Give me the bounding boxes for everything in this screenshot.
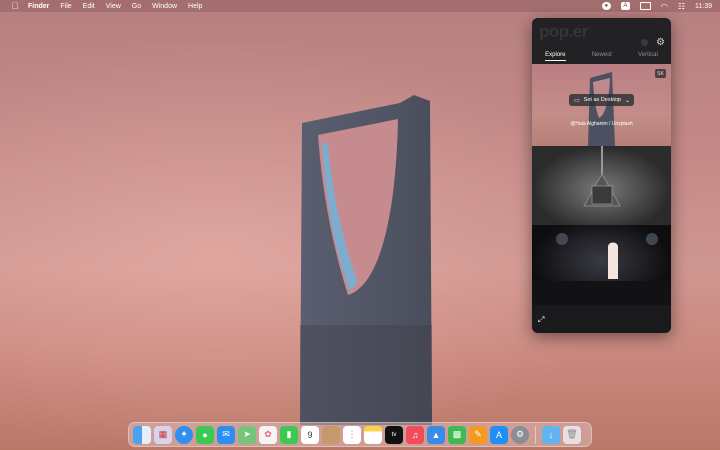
numbers-icon[interactable]: ▩	[448, 425, 466, 444]
menu-bar:  Finder File Edit View Go Window Help ●…	[0, 0, 720, 12]
gear-icon[interactable]: ⚙	[655, 37, 666, 48]
messages-icon[interactable]: ●	[196, 425, 214, 444]
pages-icon[interactable]: ✎	[469, 425, 487, 444]
keynote-icon[interactable]: ▲	[427, 425, 445, 444]
popper-header: pop.er ⚙ Explore Newest Vertical	[532, 18, 671, 64]
monitor-icon: ▭	[574, 97, 580, 104]
wallpaper-tower	[300, 95, 432, 425]
expand-icon[interactable]: ⤢	[538, 315, 548, 325]
music-icon[interactable]: ♫	[406, 425, 424, 444]
app-store-icon[interactable]: A	[490, 425, 508, 444]
menu-app-name[interactable]: Finder	[28, 3, 49, 10]
mail-icon[interactable]: ✉	[217, 425, 235, 444]
keyboard-icon[interactable]	[639, 2, 651, 10]
facetime-icon[interactable]: ▮	[280, 425, 298, 444]
system-preferences-icon[interactable]: ⚙	[511, 425, 529, 444]
dock-separator	[535, 425, 536, 444]
wallpaper-thumbnail-3[interactable]	[532, 225, 671, 305]
wifi-icon[interactable]: ◠	[661, 2, 668, 11]
finder-icon[interactable]	[133, 425, 151, 444]
set-as-desktop-label: Set as Desktop	[583, 97, 621, 103]
tab-newest[interactable]: Newest	[592, 52, 612, 61]
popper-window: pop.er ⚙ Explore Newest Vertical SK ▭ Se…	[532, 18, 671, 333]
safari-icon[interactable]: ✦	[175, 425, 193, 444]
photo-credit[interactable]: @Haia Alghanim / Unsplash	[532, 121, 671, 127]
notes-icon[interactable]	[364, 425, 382, 444]
popper-footer: ⤢	[532, 305, 671, 333]
tab-vertical[interactable]: Vertical	[638, 52, 658, 61]
menu-file[interactable]: File	[60, 3, 71, 10]
wallpaper-thumbnail-1[interactable]: SK ▭ Set as Desktop ⌄ @Haia Alghanim / U…	[532, 64, 671, 146]
thumbnail-sculpture	[583, 146, 621, 207]
calendar-day: 9	[307, 429, 313, 440]
input-source-icon[interactable]: A	[620, 2, 630, 10]
photos-icon[interactable]: ✿	[259, 425, 277, 444]
wallpaper-thumbnail-2[interactable]	[532, 146, 671, 225]
reminders-icon[interactable]: ⋮	[343, 425, 361, 444]
downloads-folder-icon[interactable]: ↓	[542, 425, 560, 444]
chevron-down-icon[interactable]: ⌄	[625, 97, 630, 104]
popper-logo: pop.er	[539, 22, 588, 41]
calendar-icon[interactable]: 9	[301, 425, 319, 444]
set-as-desktop-button[interactable]: ▭ Set as Desktop ⌄	[569, 94, 634, 106]
popper-tray-icon[interactable]: ●	[601, 2, 611, 10]
popper-tabs: Explore Newest Vertical	[532, 52, 671, 61]
thumbnail-doorway	[532, 233, 671, 305]
control-center-icon[interactable]: ☷	[678, 2, 685, 11]
maps-icon[interactable]: ➤	[238, 425, 256, 444]
dock: ▦ ✦ ● ✉ ➤ ✿ ▮ 9 ⋮ tv ♫ ▲ ▩ ✎ A ⚙ ↓ 🗑	[128, 422, 592, 447]
author-badge[interactable]: SK	[655, 69, 666, 78]
menu-window[interactable]: Window	[152, 3, 177, 10]
launchpad-icon[interactable]: ▦	[154, 425, 172, 444]
trash-icon[interactable]: 🗑	[563, 425, 581, 444]
menu-view[interactable]: View	[106, 3, 121, 10]
tab-explore[interactable]: Explore	[545, 52, 566, 61]
apple-menu-icon[interactable]: 	[10, 1, 20, 11]
menu-edit[interactable]: Edit	[83, 3, 95, 10]
status-dot-icon[interactable]	[641, 39, 648, 46]
clock[interactable]: 11:39	[695, 3, 712, 10]
menu-help[interactable]: Help	[188, 3, 202, 10]
contacts-icon[interactable]	[322, 425, 340, 444]
tv-icon[interactable]: tv	[385, 425, 403, 444]
menu-go[interactable]: Go	[132, 3, 141, 10]
